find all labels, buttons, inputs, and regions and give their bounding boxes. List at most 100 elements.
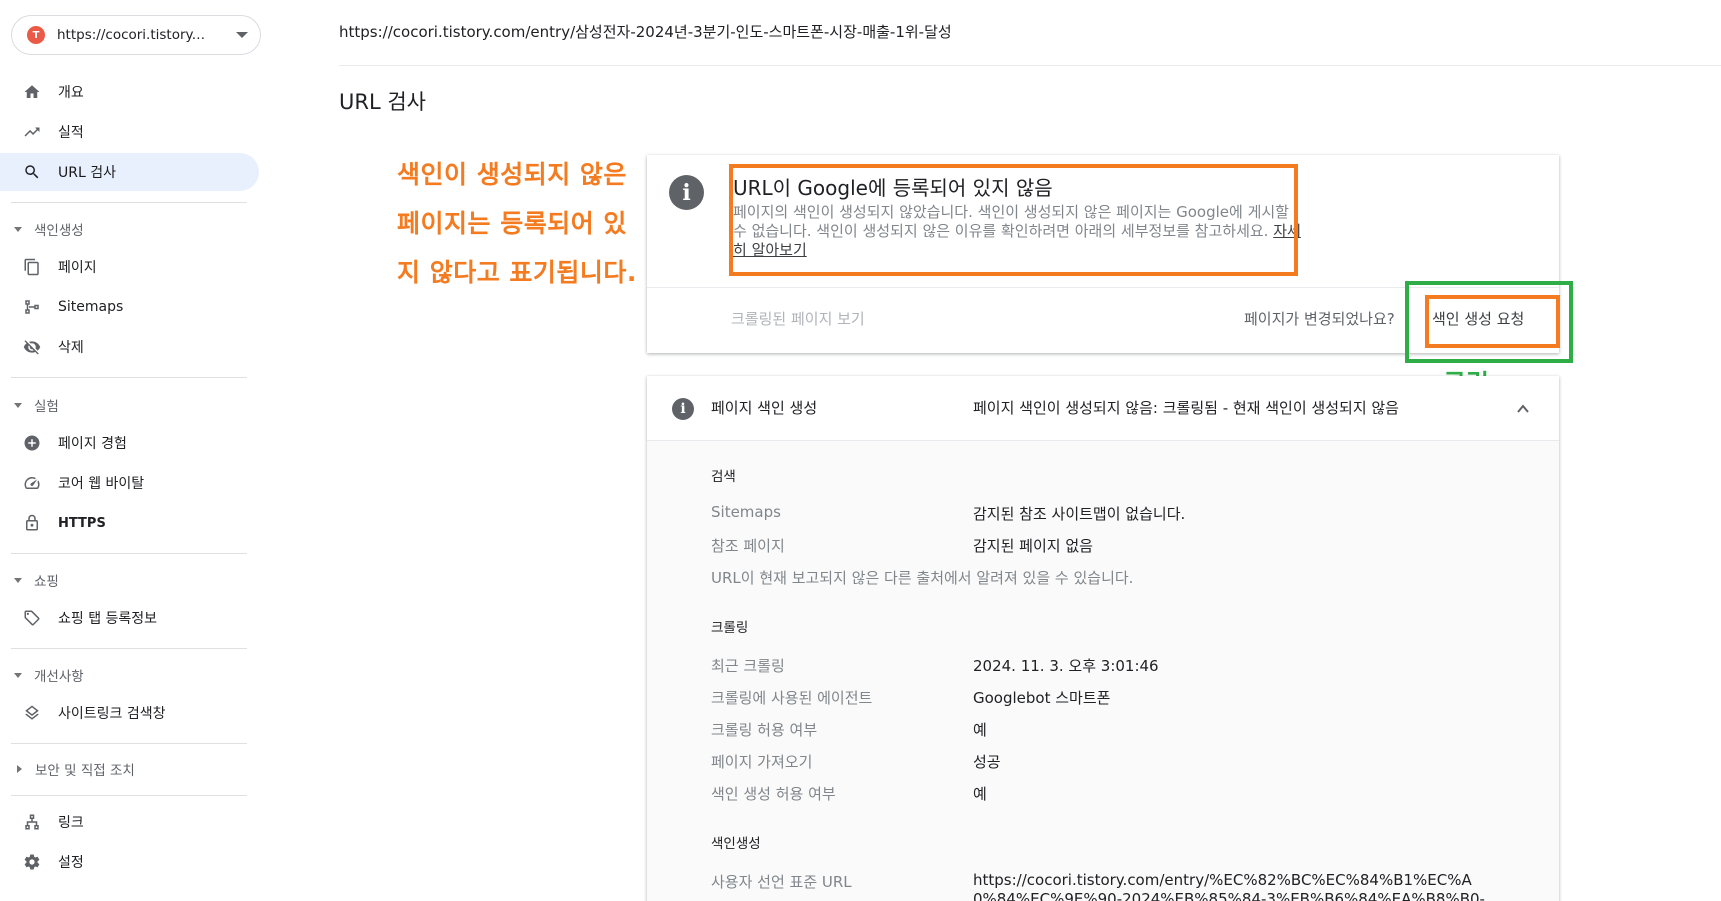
nav-label: Sitemaps: [58, 299, 124, 315]
indexing-allowed-label: 색인 생성 허용 여부: [711, 785, 836, 803]
section-security[interactable]: 보안 및 직접 조치: [14, 759, 135, 779]
chevron-up-icon[interactable]: [1516, 401, 1530, 415]
dropdown-caret-icon: [236, 32, 248, 38]
nav-label: 사이트링크 검색창: [58, 706, 166, 722]
inspected-url[interactable]: https://cocori.tistory.com/entry/삼성전자-20…: [339, 21, 952, 42]
page-changed-text: 페이지가 변경되었나요?: [1244, 310, 1395, 328]
divider: [11, 553, 247, 554]
tag-icon: [22, 608, 42, 628]
discovery-note: URL이 현재 보고되지 않은 다른 출처에서 알려져 있을 수 있습니다.: [711, 569, 1134, 587]
collapsed-caret-icon: [17, 765, 22, 773]
nav-item-removals[interactable]: 삭제: [0, 328, 259, 366]
info-icon: i: [669, 175, 704, 210]
nav-label: 쇼핑 탭 등록정보: [58, 611, 158, 627]
indexing-heading: 색인생성: [711, 836, 761, 852]
tistory-favicon-icon: T: [27, 26, 45, 44]
section-experience[interactable]: 실험: [14, 395, 59, 415]
nav-item-pages[interactable]: 페이지: [0, 248, 259, 286]
page-fetch-label: 페이지 가져오기: [711, 753, 813, 771]
nav-item-overview[interactable]: 개요: [0, 73, 259, 111]
section-label: 실험: [34, 399, 59, 415]
nav-item-links[interactable]: 링크: [0, 803, 259, 841]
discovery-heading: 검색: [711, 469, 736, 485]
links-tree-icon: [22, 812, 42, 832]
home-icon: [22, 82, 42, 102]
section-shopping[interactable]: 쇼핑: [14, 570, 59, 590]
expand-caret-icon: [14, 577, 22, 583]
crawl-allowed-value: 예: [973, 721, 987, 739]
property-selector[interactable]: T https://cocori.tistory.com/: [11, 15, 261, 55]
divider: [11, 202, 247, 203]
trending-up-icon: [22, 122, 42, 142]
annotation-highlight-box: [1425, 295, 1560, 348]
sidebar: T https://cocori.tistory.com/ 개요 실적 URL …: [0, 0, 262, 901]
nav-label: 삭제: [58, 340, 84, 356]
indexing-allowed-value: 예: [973, 785, 987, 803]
layers-icon: [22, 703, 42, 723]
page-title: URL 검사: [339, 90, 426, 114]
crawler-agent-value: Googlebot 스마트폰: [973, 689, 1111, 707]
nav-label: 페이지 경험: [58, 436, 127, 452]
speed-gauge-icon: [22, 473, 42, 493]
canonical-url-value: https://cocori.tistory.com/entry/%EC%82%…: [973, 871, 1485, 901]
sitemaps-label: Sitemaps: [711, 503, 781, 521]
last-crawl-label: 최근 크롤링: [711, 657, 785, 675]
visibility-off-icon: [22, 337, 42, 357]
referring-page-value: 감지된 페이지 없음: [973, 537, 1093, 555]
gear-icon: [22, 852, 42, 872]
nav-label: 설정: [58, 855, 84, 871]
property-url: https://cocori.tistory.com/: [57, 27, 207, 43]
nav-item-shopping-listings[interactable]: 쇼핑 탭 등록정보: [0, 599, 259, 637]
nav-label: 코어 웹 바이탈: [58, 476, 145, 492]
nav-item-https[interactable]: HTTPS: [0, 504, 259, 542]
view-crawled-page-button[interactable]: 크롤링된 페이지 보기: [731, 308, 865, 329]
page-indexing-title: 페이지 색인 생성: [711, 399, 818, 417]
nav-item-performance[interactable]: 실적: [0, 113, 259, 151]
page-indexing-card: i 페이지 색인 생성 페이지 색인이 생성되지 않음: 크롤링됨 - 현재 색…: [647, 376, 1559, 901]
last-crawl-value: 2024. 11. 3. 오후 3:01:46: [973, 657, 1159, 675]
referring-page-label: 참조 페이지: [711, 537, 785, 555]
expand-caret-icon: [14, 402, 22, 408]
page-fetch-value: 성공: [973, 753, 1001, 771]
divider: [11, 743, 247, 744]
page-indexing-header[interactable]: i 페이지 색인 생성 페이지 색인이 생성되지 않음: 크롤링됨 - 현재 색…: [647, 376, 1559, 441]
nav-label: 개요: [58, 85, 84, 101]
crawler-agent-label: 크롤링에 사용된 에이전트: [711, 689, 873, 707]
divider: [11, 648, 247, 649]
lock-icon: [22, 513, 42, 533]
canonical-url-label: 사용자 선언 표준 URL: [711, 873, 852, 891]
nav-item-core-web-vitals[interactable]: 코어 웹 바이탈: [0, 464, 259, 502]
sitemaps-value: 감지된 참조 사이트맵이 없습니다.: [973, 505, 1186, 523]
nav-label: 링크: [58, 815, 84, 831]
section-indexing[interactable]: 색인생성: [14, 219, 84, 239]
annotation-highlight-box: [729, 164, 1298, 276]
nav-label: HTTPS: [58, 515, 106, 531]
add-circle-icon: [22, 433, 42, 453]
divider: [11, 795, 247, 796]
nav-item-sitemaps[interactable]: Sitemaps: [0, 288, 259, 326]
section-label: 보안 및 직접 조치: [35, 763, 135, 779]
header-divider: [339, 65, 1721, 66]
nav-item-sitelinks-searchbox[interactable]: 사이트링크 검색창: [0, 694, 259, 732]
info-icon: i: [672, 398, 694, 420]
nav-item-url-inspection[interactable]: URL 검사: [0, 153, 259, 191]
section-enhancements[interactable]: 개선사항: [14, 665, 84, 685]
section-label: 개선사항: [34, 669, 84, 685]
page-indexing-status: 페이지 색인이 생성되지 않음: 크롤링됨 - 현재 색인이 생성되지 않음: [973, 399, 1399, 417]
pages-icon: [22, 257, 42, 277]
nav-label: URL 검사: [58, 165, 116, 181]
crawl-heading: 크롤링: [711, 620, 749, 636]
section-label: 색인생성: [34, 223, 84, 239]
nav-label: 실적: [58, 125, 84, 141]
crawl-allowed-label: 크롤링 허용 여부: [711, 721, 818, 739]
section-label: 쇼핑: [34, 574, 59, 590]
search-icon: [22, 162, 42, 182]
nav-label: 페이지: [58, 260, 97, 276]
annotation-note: 색인이 생성되지 않은 페이지는 등록되어 있지 않다고 표기됩니다.: [397, 160, 637, 287]
sitemap-icon: [22, 297, 42, 317]
expand-caret-icon: [14, 226, 22, 232]
nav-item-page-experience[interactable]: 페이지 경험: [0, 424, 259, 462]
divider: [11, 377, 247, 378]
nav-item-settings[interactable]: 설정: [0, 843, 259, 881]
expand-caret-icon: [14, 672, 22, 678]
